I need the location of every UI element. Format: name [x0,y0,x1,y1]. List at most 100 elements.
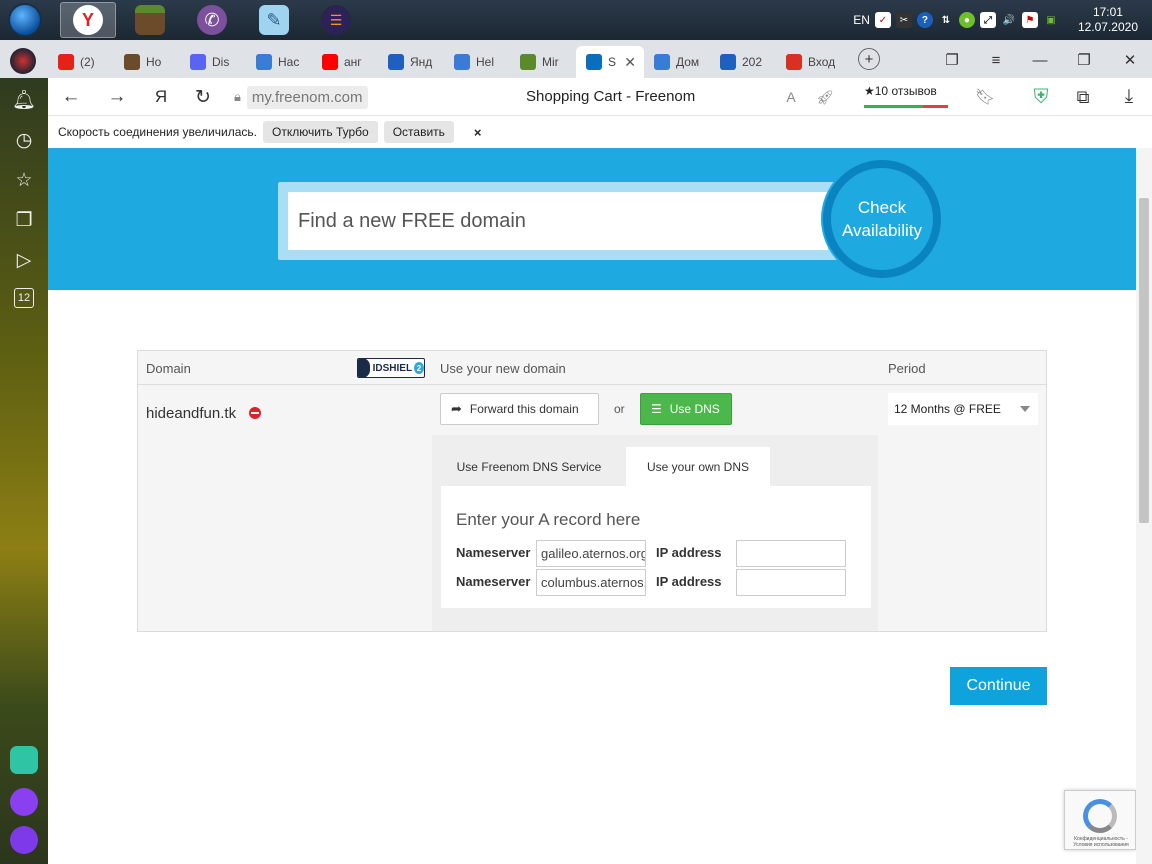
idshield-badge: 2 [414,362,424,374]
browser-tab[interactable]: Hel [444,46,508,78]
downloads-icon[interactable]: ⤓ [1116,84,1142,110]
alice-app-icon[interactable] [10,788,38,816]
browser-menu-icon[interactable] [10,48,36,74]
browser-tab[interactable]: 202 [710,46,774,78]
reviews-badge[interactable]: ★10 отзывов [864,84,948,108]
check-availability-button[interactable]: Check Availability [823,160,941,278]
new-tab-plus-icon[interactable]: + [858,48,880,70]
browser-tab[interactable]: Вход [776,46,840,78]
dns-settings-area: Use Freenom DNS Service Use your own DNS… [432,435,878,631]
ip-address-input-2[interactable] [736,569,846,596]
ip-address-label-2: IP address [656,574,722,589]
volume-icon[interactable]: 🔊 [1001,12,1017,28]
forward-domain-button[interactable]: ➦ Forward this domain [440,393,599,425]
translate-icon[interactable]: A [778,84,804,110]
keep-turbo-button[interactable]: Оставить [383,121,454,143]
tab-label: анг [344,55,362,69]
bookmarks-star-icon[interactable]: ☆ [12,168,36,192]
back-arrow-icon[interactable]: ← [58,84,84,110]
tab-label: S [608,55,617,69]
idshield-logo[interactable]: IDSHIEL 2 [357,358,425,378]
browser-tab[interactable]: Янд [378,46,442,78]
list-icon: ☰ [651,402,662,416]
messenger-app-icon[interactable] [10,746,38,774]
yandex-home-icon[interactable]: Я [148,84,174,110]
network-icon[interactable]: ⤢ [979,12,996,28]
windows-taskbar: Y ✆ ✎ ☰ EN ✓ ✂ ? ⇅ ● ⤢ 🔊 ⚑ ▣ 17:01 12.07… [0,0,1152,40]
browser-tab[interactable]: Нас [246,46,310,78]
help-icon[interactable]: ? [916,12,933,28]
flag-icon[interactable]: ⚑ [1021,12,1038,28]
tool-icon[interactable]: ✂ [895,12,912,28]
browser-tab[interactable]: Dis [180,46,244,78]
taskbar-notepad[interactable]: ✎ [246,2,302,38]
tab-own-dns[interactable]: Use your own DNS [626,447,770,486]
reviews-rating-bar [864,105,948,108]
address-bar-row: ← → Я ↻ 🔒︎ my.freenom.com Shopping Cart … [48,78,1152,116]
tab-freenom-dns[interactable]: Use Freenom DNS Service [432,447,626,486]
browser-tab[interactable]: Дом [644,46,708,78]
nameserver-label-2: Nameserver [456,574,531,589]
language-indicator[interactable]: EN [853,13,870,27]
yandex-browser-icon: Y [73,5,103,35]
tab-label: (2) [80,55,95,69]
minecraft-icon [135,5,165,35]
start-button[interactable] [0,2,50,38]
nameserver-input-2[interactable] [536,569,646,596]
video-play-icon[interactable]: ▷ [12,248,36,272]
page-scrollbar[interactable] [1136,148,1152,864]
monitor-icon[interactable]: ▣ [1043,12,1059,28]
turbo-rocket-icon[interactable]: 🚀︎ [812,84,838,110]
use-dns-button[interactable]: ☰ Use DNS [640,393,732,425]
browser-tab[interactable]: S ✕ [576,46,644,78]
notifications-bell-icon[interactable]: 🔔︎ [12,88,36,112]
protect-shield-icon[interactable]: ⛨ [1028,84,1054,110]
url-field[interactable]: 🔒︎ my.freenom.com [234,85,368,109]
notepad-icon: ✎ [259,5,289,35]
lock-icon: 🔒︎ [234,89,241,104]
browser-menu-hamburger-icon[interactable]: ≡ [984,48,1008,72]
continue-button[interactable]: Continue [950,667,1047,705]
remove-domain-icon[interactable] [249,407,261,419]
browser-tab[interactable]: Ho [114,46,178,78]
tab-close-icon[interactable]: ✕ [624,54,644,71]
scrollbar-thumb[interactable] [1139,198,1149,523]
tab-list-icon[interactable]: ❐ [940,48,964,72]
minimize-icon[interactable]: — [1028,48,1052,72]
collections-icon[interactable]: ❐ [12,208,36,232]
ip-address-input-1[interactable] [736,540,846,567]
green-app-icon[interactable]: ● [958,12,975,28]
forward-share-icon: ➦ [451,401,462,416]
tab-favicon-icon [256,54,272,70]
domain-search-input[interactable] [288,192,828,250]
extension-icon[interactable]: ⧉ [1070,84,1096,110]
windows-logo-icon [8,3,42,37]
disable-turbo-button[interactable]: Отключить Турбо [262,121,378,143]
browser-tab[interactable]: Mir [510,46,574,78]
cart-table: Domain IDSHIEL 2 Use your new domain Per… [137,350,1047,632]
turbo-close-icon[interactable]: × [474,125,482,140]
usb-icon[interactable]: ⇅ [938,12,954,28]
taskbar-clock[interactable]: 17:01 12.07.2020 [1078,5,1138,35]
bookmark-icon[interactable]: 🔖︎ [972,84,998,110]
calendar-badge-icon[interactable]: 12 [14,288,34,308]
taskbar-eclipse[interactable]: ☰ [308,2,364,38]
tab-favicon-icon [786,54,802,70]
history-clock-icon[interactable]: ◷ [12,128,36,152]
url-text: my.freenom.com [246,85,368,109]
taskbar-viber[interactable]: ✆ [184,2,240,38]
period-select[interactable]: 12 Months @ FREE [888,393,1038,425]
reload-icon[interactable]: ↻ [190,84,216,110]
close-window-icon[interactable]: ✕ [1118,48,1142,72]
restore-icon[interactable]: ❐ [1072,48,1096,72]
forward-arrow-icon[interactable]: → [104,84,130,110]
taskbar-yandex-browser[interactable]: Y [60,2,116,38]
antivirus-icon[interactable]: ✓ [874,12,891,28]
browser-tab[interactable]: (2) [48,46,112,78]
nameserver-input-1[interactable] [536,540,646,567]
alice-assistant-icon[interactable] [10,826,38,854]
recaptcha-badge[interactable]: Конфиденциальность - Условия использован… [1064,790,1136,850]
browser-tab[interactable]: анг [312,46,376,78]
tab-favicon-icon [586,54,602,70]
taskbar-minecraft[interactable] [122,2,178,38]
